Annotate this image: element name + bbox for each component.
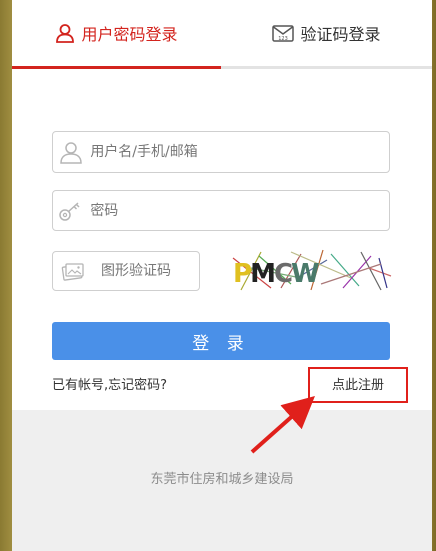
username-field[interactable] bbox=[52, 131, 390, 173]
key-icon bbox=[53, 200, 88, 222]
captcha-input[interactable] bbox=[93, 262, 199, 280]
captcha-char-3: C bbox=[274, 259, 292, 289]
svg-text:123: 123 bbox=[279, 36, 289, 42]
login-button-label: 登 录 bbox=[192, 333, 250, 354]
register-link[interactable]: 点此注册 bbox=[308, 367, 408, 403]
tab-code-login[interactable]: 123 验证码登录 bbox=[221, 0, 432, 66]
login-button[interactable]: 登 录 bbox=[52, 322, 390, 360]
captcha-char-2: M bbox=[250, 259, 274, 289]
footer-text: 东莞市住房和城乡建设局 bbox=[150, 472, 294, 487]
tab-password-login-label: 用户密码登录 bbox=[81, 25, 178, 44]
forgot-password-link[interactable]: 已有帐号,忘记密码? bbox=[52, 374, 167, 393]
user-icon bbox=[55, 23, 75, 43]
captcha-char-1: P bbox=[233, 259, 251, 289]
password-field[interactable] bbox=[52, 190, 390, 231]
captcha-image[interactable]: PMCW bbox=[231, 248, 393, 292]
login-card: 用户密码登录 123 验证码登录 用户名/手机/邮箱 图形验证码 PMCW 登 … bbox=[12, 0, 432, 551]
password-input[interactable] bbox=[88, 201, 389, 220]
svg-text:PMCW: PMCW bbox=[233, 259, 319, 289]
username-input[interactable] bbox=[88, 143, 389, 161]
picture-card-icon bbox=[53, 261, 93, 281]
tab-code-login-label: 验证码登录 bbox=[300, 25, 381, 44]
captcha-field[interactable] bbox=[52, 251, 200, 291]
user-outline-icon bbox=[53, 140, 88, 164]
tab-password-login[interactable]: 用户密码登录 bbox=[12, 0, 221, 69]
login-tabs: 用户密码登录 123 验证码登录 bbox=[12, 0, 432, 69]
register-link-label: 点此注册 bbox=[331, 378, 384, 393]
captcha-char-4: W bbox=[291, 259, 319, 289]
sms-code-icon: 123 bbox=[272, 23, 295, 43]
